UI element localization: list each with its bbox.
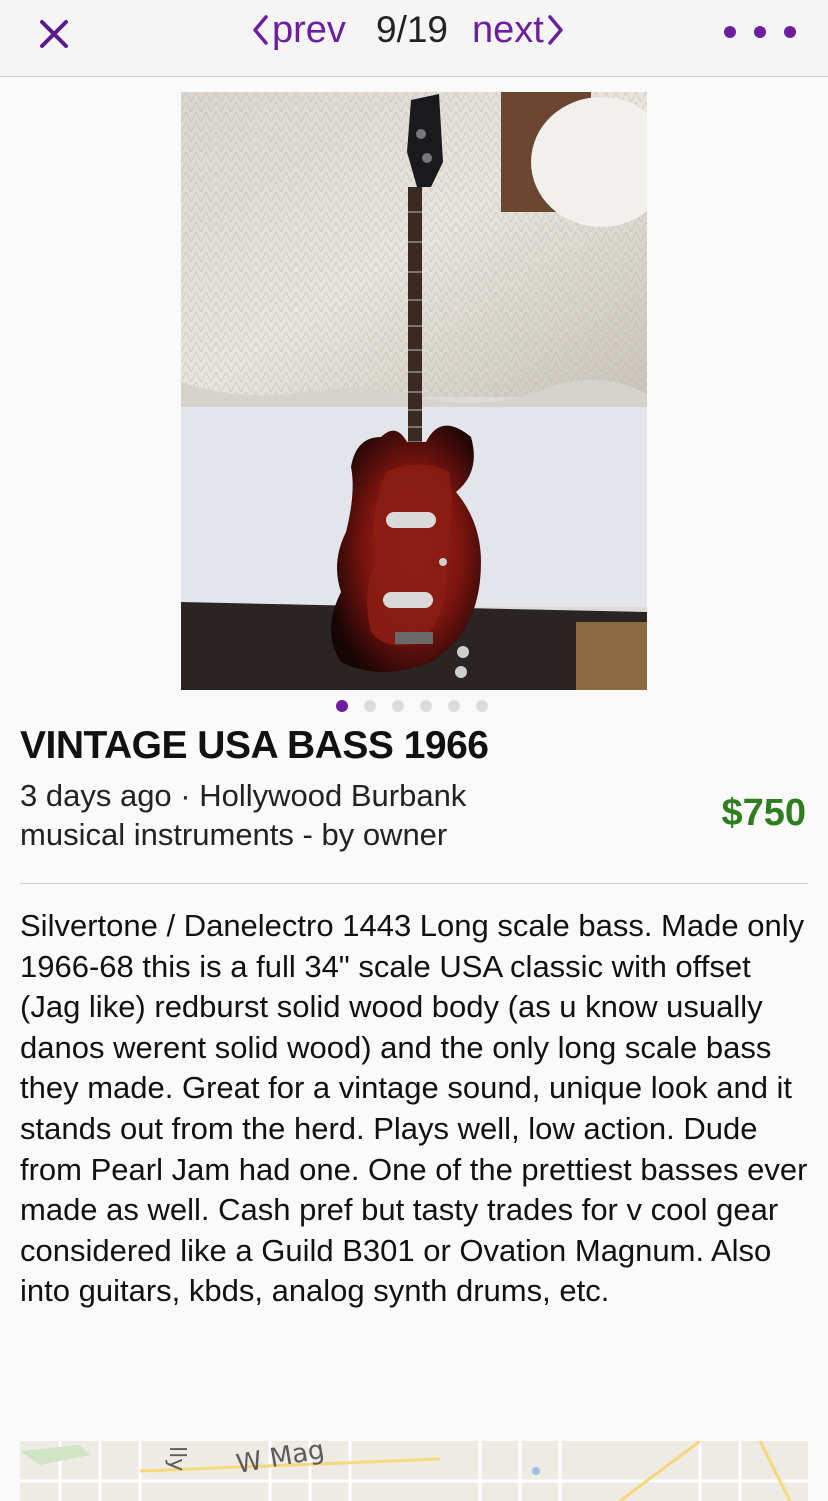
page-dot[interactable] — [448, 700, 460, 712]
bass-guitar-photo — [181, 92, 671, 690]
chevron-right-icon — [548, 15, 563, 45]
gallery-page-dots — [336, 700, 488, 712]
divider — [20, 883, 808, 884]
listing-photo[interactable] — [181, 92, 671, 690]
prev-label: prev — [272, 8, 346, 51]
map-image: W Mag lly — [20, 1441, 808, 1501]
top-navigation-bar: prev 9/19 next — [0, 0, 828, 77]
chevron-left-icon — [253, 15, 268, 45]
category-info: musical instruments - by owner — [20, 817, 448, 852]
page-dot[interactable] — [364, 700, 376, 712]
more-dots-icon — [754, 26, 766, 38]
next-button[interactable]: next — [472, 8, 568, 52]
listing-title: VINTAGE USA BASS 1966 — [20, 724, 489, 767]
close-button[interactable] — [32, 12, 76, 56]
prev-button[interactable]: prev — [248, 8, 346, 52]
close-icon — [40, 20, 68, 48]
listing-description: Silvertone / Danelectro 1443 Long scale … — [20, 908, 808, 1309]
page-dot[interactable] — [476, 700, 488, 712]
page-dot-active[interactable] — [336, 700, 348, 712]
more-dots-icon — [784, 26, 796, 38]
page-dot[interactable] — [420, 700, 432, 712]
page-dot[interactable] — [392, 700, 404, 712]
location-map[interactable]: W Mag lly — [20, 1441, 808, 1501]
map-side-label: lly — [164, 1446, 189, 1471]
more-options-button[interactable] — [724, 12, 796, 52]
listing-price: $750 — [721, 792, 806, 834]
more-dots-icon — [724, 26, 736, 38]
listing-meta: 3 days ago · Hollywood Burbank musical i… — [20, 776, 466, 854]
posted-info: 3 days ago · Hollywood Burbank — [20, 778, 467, 813]
next-label: next — [472, 8, 544, 51]
image-counter: 9/19 — [376, 9, 449, 50]
